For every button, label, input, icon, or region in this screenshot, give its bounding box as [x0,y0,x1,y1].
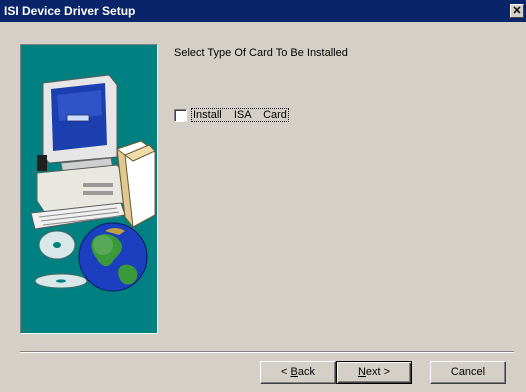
close-button[interactable]: ✕ [510,4,524,18]
separator [20,351,514,353]
computer-icon [30,74,128,230]
cancel-button-label: Cancel [450,366,486,378]
install-isa-card-label[interactable]: Install ISA Card [191,108,289,122]
close-icon: ✕ [512,5,522,17]
window-title: ISI Device Driver Setup [4,4,136,18]
globe-icon [78,222,148,292]
setup-illustration [30,74,156,292]
install-isa-card-option[interactable]: Install ISA Card [174,108,289,122]
setup-illustration-panel [20,44,158,334]
title-bar: ISI Device Driver Setup ✕ [0,0,526,22]
page-heading: Select Type Of Card To Be Installed [174,47,348,59]
setup-dialog: ISI Device Driver Setup ✕ Select Type Of… [0,0,526,392]
back-button[interactable]: < Back [260,361,336,384]
next-button[interactable]: Next > [336,361,412,384]
cancel-button[interactable]: Cancel [430,361,506,384]
install-isa-card-checkbox[interactable] [174,108,187,122]
